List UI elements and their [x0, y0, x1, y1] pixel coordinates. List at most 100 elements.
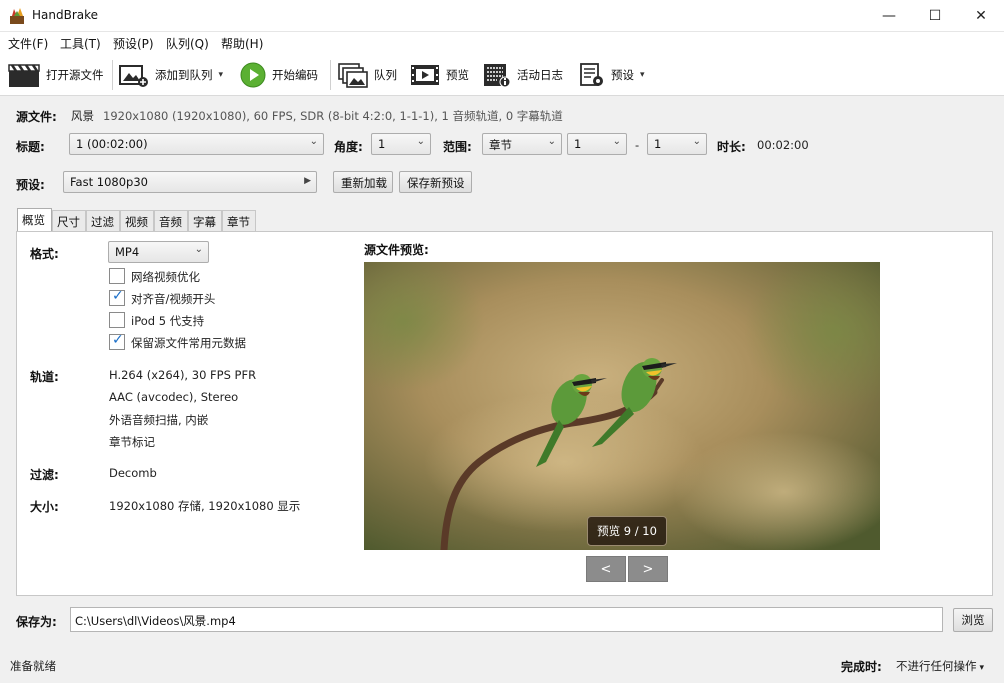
- keep-metadata-checkbox[interactable]: ✓: [109, 332, 125, 350]
- preset-label: 预设:: [16, 178, 45, 192]
- save-as-label: 保存为:: [16, 615, 57, 629]
- chevron-down-icon: ▾: [979, 663, 985, 673]
- add-to-queue-dropdown-icon[interactable]: ▾: [219, 70, 224, 80]
- source-info: 1920x1080 (1920x1080), 60 FPS, SDR (8-bi…: [103, 109, 563, 123]
- presets-dropdown-icon[interactable]: ▾: [640, 70, 645, 80]
- save-new-preset-button[interactable]: 保存新预设: [399, 171, 472, 193]
- range-type-value: 章节: [489, 138, 512, 152]
- ipod-support-checkbox[interactable]: [109, 312, 125, 328]
- toolbar-divider: [112, 60, 113, 90]
- tab-dimensions[interactable]: 尺寸: [52, 210, 86, 231]
- chevron-down-icon: ⌄: [612, 136, 621, 147]
- activity-log-button[interactable]: 活动日志: [483, 60, 563, 90]
- close-icon: ✕: [975, 7, 987, 24]
- tab-filters[interactable]: 过滤: [86, 210, 120, 231]
- queue-button[interactable]: 队列: [338, 60, 397, 90]
- keep-metadata-label: 保留源文件常用元数据: [131, 336, 246, 350]
- format-value: MP4: [115, 245, 140, 259]
- start-encode-button[interactable]: 开始编码: [240, 60, 318, 90]
- range-end-value: 1: [654, 137, 662, 151]
- format-select[interactable]: MP4 ⌄: [108, 241, 209, 263]
- web-optimize-checkbox[interactable]: [109, 268, 125, 284]
- activity-log-icon: [484, 64, 511, 88]
- chevron-down-icon: ⌄: [309, 136, 318, 147]
- range-start-select[interactable]: 1 ⌄: [567, 133, 627, 155]
- maximize-button[interactable]: ☐: [912, 0, 958, 31]
- tab-subtitles[interactable]: 字幕: [188, 210, 222, 231]
- range-label: 范围:: [443, 140, 472, 154]
- preset-value: Fast 1080p30: [70, 175, 148, 189]
- menu-tools[interactable]: 工具(T): [60, 35, 101, 52]
- when-done-value: 不进行任何操作: [896, 659, 977, 673]
- open-source-button[interactable]: 打开源文件: [8, 60, 104, 90]
- menu-file[interactable]: 文件(F): [8, 35, 48, 52]
- tab-video[interactable]: 视频: [120, 210, 154, 231]
- preview-label: 源文件预览:: [364, 243, 429, 257]
- duration-label: 时长:: [717, 140, 746, 154]
- range-type-select[interactable]: 章节 ⌄: [482, 133, 562, 155]
- title-label: 标题:: [16, 140, 45, 154]
- size-value: 1920x1080 存储, 1920x1080 显示: [109, 499, 301, 513]
- tab-chapters[interactable]: 章节: [222, 210, 256, 231]
- align-av-checkbox[interactable]: ✓: [109, 288, 125, 306]
- status-bar: 准备就绪 完成时: 不进行任何操作 ▾: [0, 648, 1004, 683]
- track-item: 章节标记: [109, 435, 155, 449]
- save-path-input[interactable]: C:\Users\dl\Videos\风景.mp4: [70, 607, 943, 632]
- menu-bar: 文件(F) 工具(T) 预设(P) 队列(Q) 帮助(H): [0, 32, 1004, 54]
- preview-film-icon: [411, 65, 439, 85]
- track-item: AAC (avcodec), Stereo: [109, 390, 239, 404]
- handbrake-logo-icon: [10, 8, 24, 24]
- angle-select-value: 1: [378, 137, 386, 151]
- duration-value: 00:02:00: [757, 138, 809, 152]
- preview-button[interactable]: 预览: [410, 60, 469, 90]
- title-select[interactable]: 1 (00:02:00) ⌄: [69, 133, 324, 155]
- add-to-queue-button[interactable]: 添加到队列 ▾: [119, 60, 223, 90]
- window-title: HandBrake: [32, 8, 99, 22]
- toolbar: 打开源文件 添加到队列 ▾ 开始编码 队列 预览 活动日志 预设 ▾: [0, 54, 1004, 96]
- source-name: 风景: [71, 109, 94, 123]
- filters-value: Decomb: [109, 466, 157, 480]
- reload-preset-button[interactable]: 重新加载: [333, 171, 393, 193]
- range-end-select[interactable]: 1 ⌄: [647, 133, 707, 155]
- title-select-value: 1 (00:02:00): [76, 137, 148, 151]
- ipod-support-label: iPod 5 代支持: [131, 314, 205, 328]
- filters-label: 过滤:: [30, 468, 59, 482]
- checkmark-icon: ✓: [112, 332, 124, 348]
- clapperboard-icon: [8, 64, 40, 87]
- play-icon: [240, 62, 266, 88]
- title-bar: HandBrake — ☐ ✕: [0, 0, 1004, 32]
- tracks-label: 轨道:: [30, 370, 59, 384]
- tab-audio[interactable]: 音频: [154, 210, 188, 231]
- chevron-down-icon: ⌄: [416, 136, 425, 147]
- preset-selector[interactable]: Fast 1080p30 ▶: [63, 171, 317, 193]
- menu-help[interactable]: 帮助(H): [221, 35, 263, 52]
- track-item: H.264 (x264), 30 FPS PFR: [109, 368, 257, 382]
- when-done-dropdown[interactable]: 不进行任何操作 ▾: [896, 658, 984, 674]
- format-label: 格式:: [30, 247, 59, 261]
- tab-summary[interactable]: 概览: [17, 208, 52, 231]
- status-text: 准备就绪: [10, 659, 56, 673]
- web-optimize-label: 网络视频优化: [131, 270, 200, 284]
- browse-button[interactable]: 浏览: [953, 608, 993, 632]
- menu-queue[interactable]: 队列(Q): [166, 35, 209, 52]
- minimize-icon: —: [882, 7, 896, 24]
- menu-presets[interactable]: 预设(P): [113, 35, 154, 52]
- maximize-icon: ☐: [928, 7, 942, 24]
- source-label: 源文件:: [16, 110, 57, 124]
- minimize-button[interactable]: —: [866, 0, 912, 31]
- close-button[interactable]: ✕: [958, 0, 1004, 31]
- presets-button[interactable]: 预设 ▾: [579, 60, 645, 90]
- previous-preview-button[interactable]: <: [586, 556, 626, 582]
- start-encode-label: 开始编码: [272, 68, 318, 82]
- checkmark-icon: ✓: [112, 288, 124, 304]
- size-label: 大小:: [30, 500, 59, 514]
- presets-icon: [580, 63, 603, 86]
- angle-label: 角度:: [334, 140, 363, 154]
- track-item: 外语音频扫描, 内嵌: [109, 413, 209, 427]
- source-preview-image: [364, 262, 880, 550]
- angle-select[interactable]: 1 ⌄: [371, 133, 431, 155]
- toolbar-divider: [330, 60, 331, 90]
- chevron-down-icon: ⌄: [547, 136, 556, 147]
- range-separator: -: [635, 138, 640, 152]
- next-preview-button[interactable]: >: [628, 556, 668, 582]
